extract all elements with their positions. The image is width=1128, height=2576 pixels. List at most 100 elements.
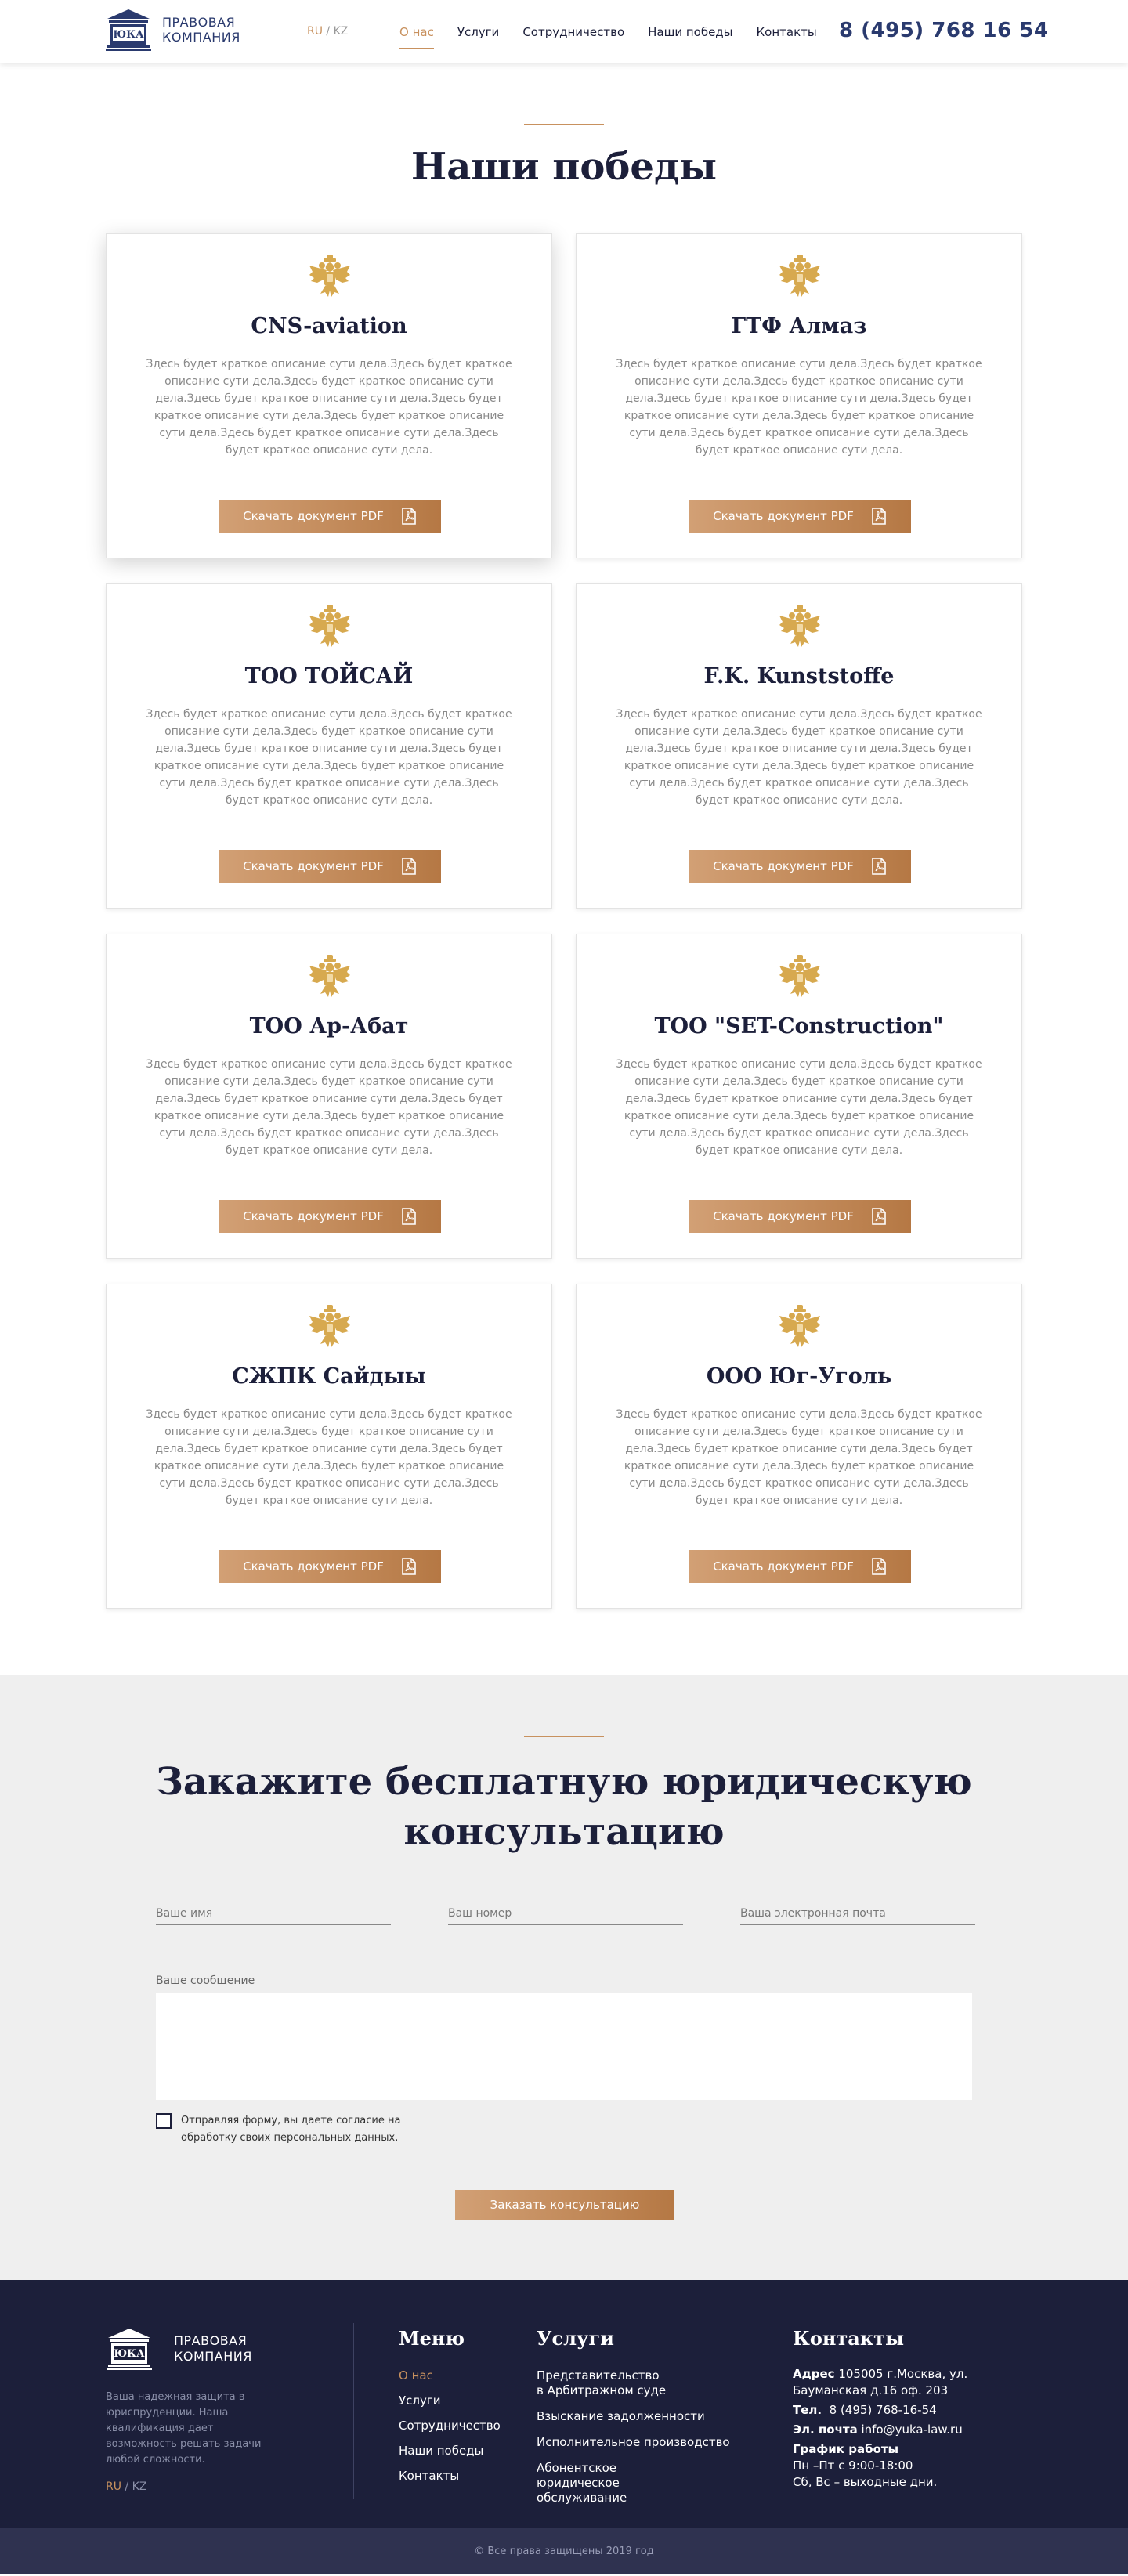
win-card: ТОО ТОЙСАЙ Здесь будет краткое описание …	[106, 583, 552, 909]
footer-logo[interactable]: ПРАВОВАЯ КОМПАНИЯ	[106, 2327, 252, 2371]
lang-kz[interactable]: KZ	[334, 25, 349, 38]
main-nav: О нас Услуги Сотрудничество Наши победы …	[400, 25, 841, 49]
footer-menu-services[interactable]: Услуги	[399, 2394, 501, 2408]
name-field[interactable]	[156, 1902, 391, 1925]
footer-lang-kz[interactable]: KZ	[132, 2480, 147, 2493]
consultation-title-line-2: консультацию	[403, 1810, 725, 1854]
contact-email-value[interactable]: info@yuka-law.ru	[861, 2422, 962, 2437]
contact-phone-label: Тел.	[793, 2403, 822, 2417]
win-card-title: ООО Юг-Уголь	[706, 1364, 892, 1389]
download-pdf-button[interactable]: Скачать документ PDF	[689, 1200, 911, 1233]
eagle-emblem-icon	[776, 253, 823, 300]
contact-phone-value[interactable]: 8 (495) 768-16-54	[830, 2403, 937, 2417]
logo-building-icon	[106, 8, 151, 52]
download-pdf-label: Скачать документ PDF	[713, 1559, 854, 1573]
footer-service-arbitration[interactable]: Представительство в Арбитражном суде	[537, 2368, 670, 2398]
footer-menu-contacts[interactable]: Контакты	[399, 2469, 501, 2483]
wins-section: Наши победы CNS-aviation Здесь будет кра…	[0, 63, 1128, 1675]
footer-service-enforcement[interactable]: Исполнительное производство	[537, 2435, 730, 2450]
win-card-title: F.K. Kunststoffe	[703, 664, 895, 688]
footer-services-title: Услуги	[537, 2327, 614, 2350]
language-switcher: RU / KZ	[307, 25, 348, 38]
footer-menu-title: Меню	[399, 2327, 465, 2350]
pdf-icon	[401, 508, 417, 525]
footer-services: Представительство в Арбитражном суде Взы…	[537, 2368, 730, 2516]
nav-contacts[interactable]: Контакты	[757, 25, 817, 39]
win-card-description: Здесь будет краткое описание сути дела.З…	[616, 1058, 982, 1157]
download-pdf-label: Скачать документ PDF	[243, 1209, 384, 1223]
footer-logo-text: ПРАВОВАЯ КОМПАНИЯ	[174, 2333, 252, 2365]
footer-lang-ru[interactable]: RU	[106, 2480, 121, 2493]
pdf-icon	[871, 858, 887, 875]
win-card-description: Здесь будет краткое описание сути дела.З…	[616, 708, 982, 807]
download-pdf-label: Скачать документ PDF	[243, 859, 384, 873]
pdf-icon	[871, 508, 887, 525]
pdf-icon	[871, 1558, 887, 1575]
win-card: ООО Юг-Уголь Здесь будет краткое описани…	[576, 1284, 1022, 1609]
download-pdf-button[interactable]: Скачать документ PDF	[689, 1550, 911, 1583]
win-card: ГТФ Алмаз Здесь будет краткое описание с…	[576, 233, 1022, 558]
download-pdf-button[interactable]: Скачать документ PDF	[219, 1200, 441, 1233]
eagle-emblem-icon	[776, 1303, 823, 1350]
win-card-description: Здесь будет краткое описание сути дела.З…	[616, 358, 982, 457]
contact-address: Адрес 105005 г.Москва, ул. Бауманская д.…	[793, 2366, 996, 2399]
footer-language-switcher: RU / KZ	[106, 2480, 146, 2493]
consent-checkbox[interactable]	[156, 2113, 172, 2129]
footer-menu-about[interactable]: О нас	[399, 2368, 501, 2383]
footer-service-debt[interactable]: Взыскание задолженности	[537, 2409, 730, 2424]
phone-field[interactable]	[448, 1902, 683, 1925]
win-card: ТОО "SET-Construction" Здесь будет кратк…	[576, 934, 1022, 1259]
footer-menu-wins[interactable]: Наши победы	[399, 2444, 501, 2458]
eagle-emblem-icon	[306, 603, 353, 650]
download-pdf-button[interactable]: Скачать документ PDF	[219, 850, 441, 883]
win-card: CNS-aviation Здесь будет краткое описани…	[106, 233, 552, 558]
eagle-emblem-icon	[306, 1303, 353, 1350]
logo-building-icon	[106, 2327, 153, 2371]
message-label: Ваше сообщение	[156, 1974, 255, 1987]
site-header: ПРАВОВАЯ КОМПАНИЯ RU / KZ О нас Услуги С…	[0, 0, 1128, 63]
win-card-title: ТОО ТОЙСАЙ	[244, 664, 414, 688]
footer-menu: О нас Услуги Сотрудничество Наши победы …	[399, 2368, 501, 2494]
win-card-title: ТОО Ар-Абат	[249, 1014, 409, 1039]
win-card-description: Здесь будет краткое описание сути дела.З…	[146, 358, 512, 457]
order-consultation-button[interactable]: Заказать консультацию	[455, 2190, 674, 2220]
eagle-emblem-icon	[776, 603, 823, 650]
win-card: F.K. Kunststoffe Здесь будет краткое опи…	[576, 583, 1022, 909]
win-card: ТОО Ар-Абат Здесь будет краткое описание…	[106, 934, 552, 1259]
logo-line-1: ПРАВОВАЯ	[162, 15, 236, 30]
download-pdf-button[interactable]: Скачать документ PDF	[689, 500, 911, 533]
contact-schedule-weekdays: Пн –Пт с 9:00-18:00	[793, 2459, 913, 2473]
pdf-icon	[871, 1208, 887, 1225]
nav-about[interactable]: О нас	[400, 25, 434, 49]
copyright-bar: © Все права защищены 2019 год	[0, 2528, 1128, 2574]
site-footer: ПРАВОВАЯ КОМПАНИЯ Ваша надежная защита в…	[0, 2280, 1128, 2528]
footer-service-subscription[interactable]: Абонентское юридическое обслуживание	[537, 2461, 701, 2506]
win-card-title: СЖПК Сайдыы	[232, 1364, 426, 1389]
nav-wins[interactable]: Наши победы	[648, 25, 732, 39]
title-accent-line	[524, 1736, 604, 1737]
win-card-description: Здесь будет краткое описание сути дела.З…	[146, 1408, 512, 1507]
contact-schedule-weekend: Сб, Вс – выходные дни.	[793, 2475, 938, 2489]
footer-menu-cooperation[interactable]: Сотрудничество	[399, 2419, 501, 2433]
lang-separator: /	[322, 25, 334, 38]
pdf-icon	[401, 1558, 417, 1575]
pdf-icon	[401, 1208, 417, 1225]
download-pdf-button[interactable]: Скачать документ PDF	[219, 500, 441, 533]
message-textarea[interactable]	[156, 1993, 972, 2100]
footer-logo-line-1: ПРАВОВАЯ	[174, 2333, 248, 2348]
download-pdf-button[interactable]: Скачать документ PDF	[689, 850, 911, 883]
nav-services[interactable]: Услуги	[457, 25, 499, 39]
footer-contacts-title: Контакты	[793, 2327, 905, 2350]
lang-ru[interactable]: RU	[307, 25, 323, 38]
logo-line-2: КОМПАНИЯ	[162, 30, 240, 45]
contact-address-label: Адрес	[793, 2367, 835, 2381]
logo[interactable]: ПРАВОВАЯ КОМПАНИЯ	[106, 8, 240, 52]
download-pdf-label: Скачать документ PDF	[713, 859, 854, 873]
email-field[interactable]	[740, 1902, 975, 1925]
nav-cooperation[interactable]: Сотрудничество	[522, 25, 624, 39]
header-phone[interactable]: 8 (495) 768 16 54	[839, 19, 1048, 42]
download-pdf-label: Скачать документ PDF	[243, 1559, 384, 1573]
consultation-section: Закажите бесплатную юридическую консульт…	[0, 1675, 1128, 2280]
download-pdf-button[interactable]: Скачать документ PDF	[219, 1550, 441, 1583]
download-pdf-label: Скачать документ PDF	[713, 1209, 854, 1223]
